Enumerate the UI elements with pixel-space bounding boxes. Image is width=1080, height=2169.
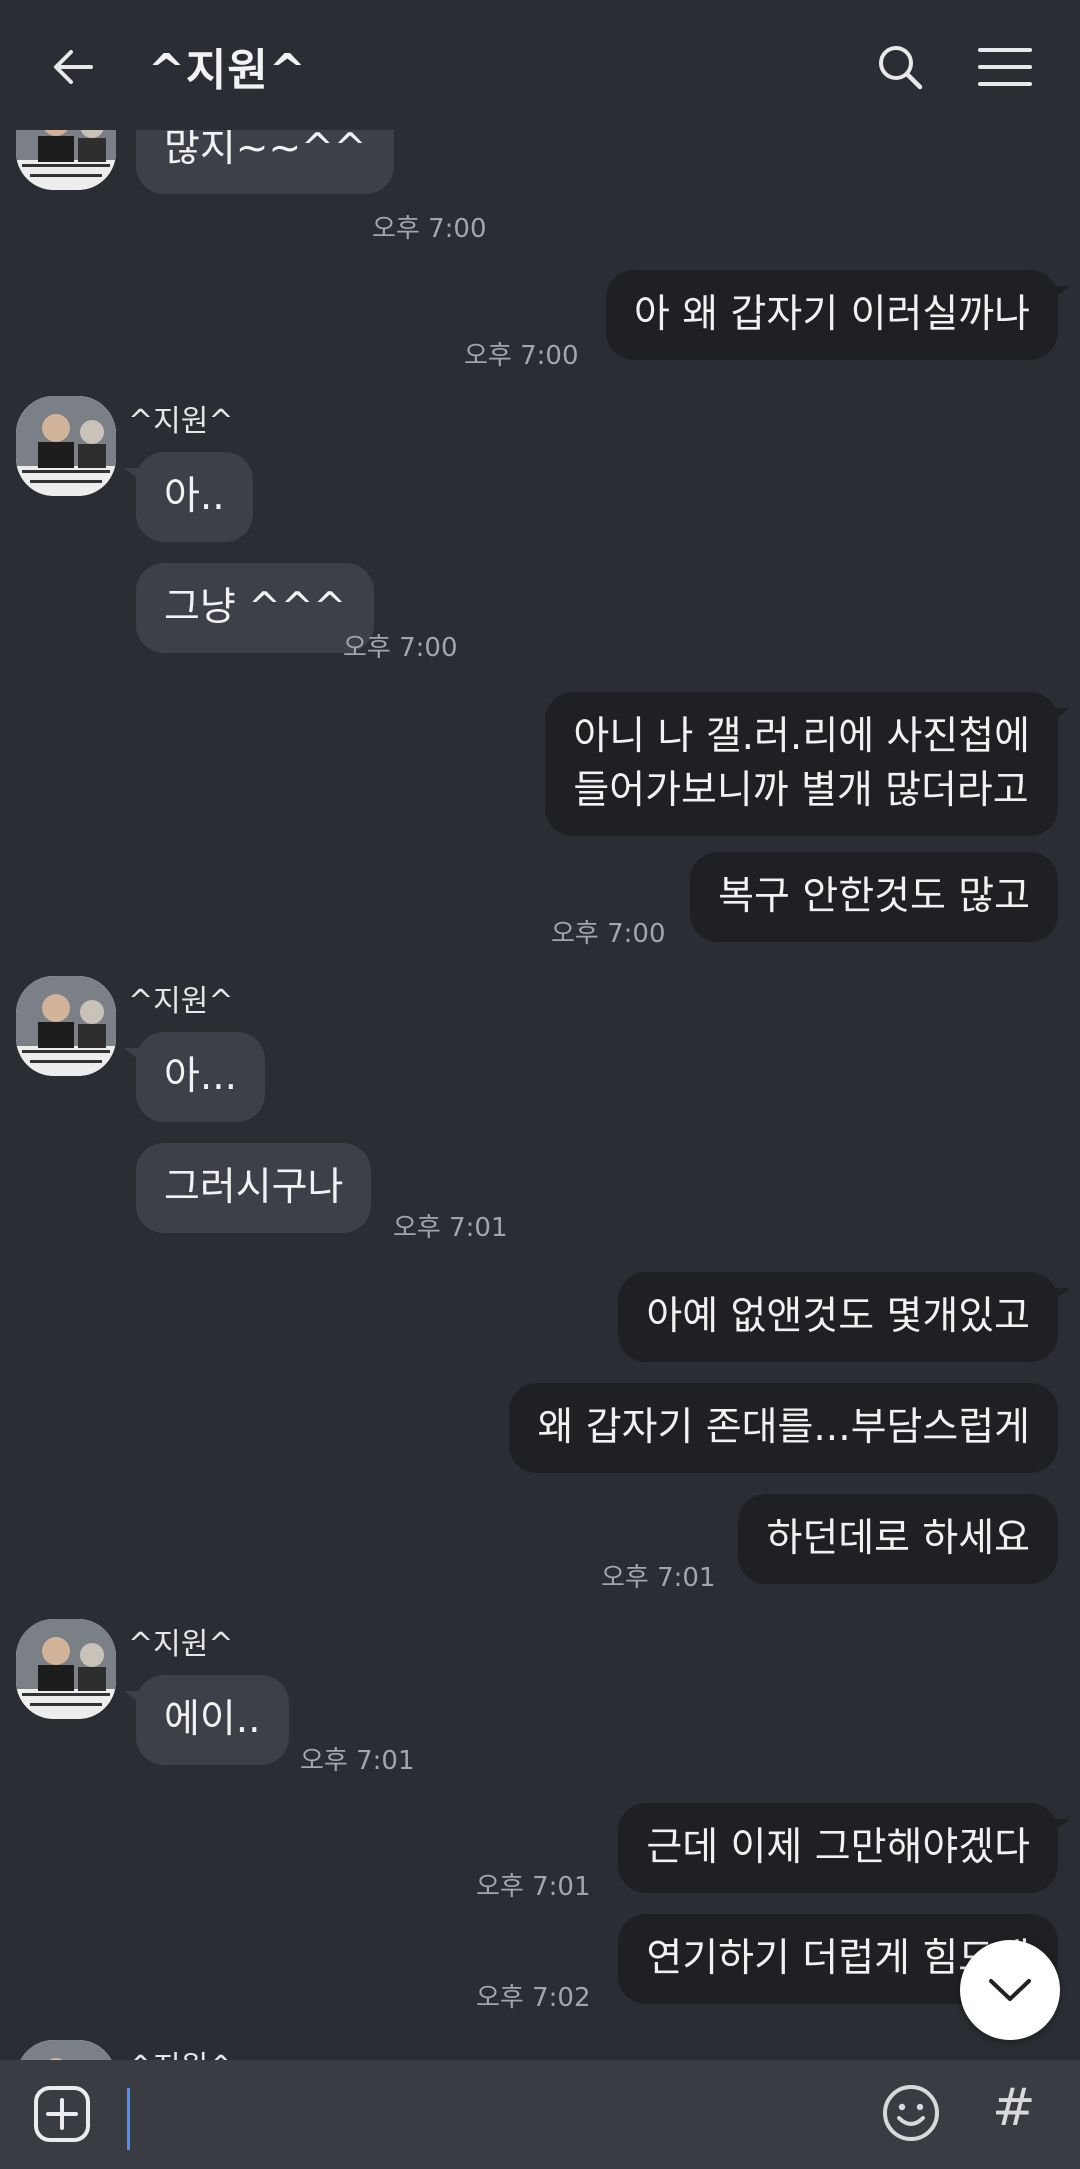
message-bubble-incoming[interactable]: 많지~~^^ — [123, 130, 395, 194]
message-text: 아 왜 갑자기 이러실까나 — [634, 292, 1030, 337]
contact-photo-icon — [16, 2040, 116, 2060]
message-bubble-incoming[interactable]: 그러시구나 — [136, 1143, 372, 1233]
avatar[interactable] — [16, 2040, 116, 2060]
message-text: 그러시구나 — [164, 1165, 344, 1210]
message-text: 아니 나 갤.러.리에 사진첩에 — [573, 714, 1030, 759]
message-text: 그냥 ^^^ — [164, 585, 347, 630]
message-text: 아예 없앤것도 몇개있고 — [646, 1294, 1030, 1339]
message-bubble-outgoing[interactable]: 아예 없앤것도 몇개있고 — [618, 1272, 1070, 1362]
search-icon — [879, 46, 923, 90]
arrow-left-icon — [54, 50, 93, 84]
message-bubble-outgoing[interactable]: 복구 안한것도 많고 — [690, 852, 1058, 942]
sender-name: ^지원^ — [128, 404, 234, 439]
message-bubble-outgoing[interactable]: 하던데로 하세요 — [738, 1494, 1058, 1584]
message-bubble-outgoing[interactable]: 아니 나 갤.러.리에 사진첩에 들어가보니까 별개 많더라고 — [545, 692, 1070, 836]
contact-photo-icon — [16, 130, 116, 190]
sender-name: ^지원^ — [128, 2042, 233, 2060]
message-time: 오후 7:01 — [393, 1213, 508, 1243]
avatar[interactable] — [16, 396, 116, 496]
message-text: 들어가보니까 별개 많더라고 — [573, 768, 1029, 813]
hamburger-menu-icon — [978, 48, 1032, 86]
message-bubble-incoming[interactable]: 아.. — [124, 452, 253, 542]
message-bubble-incoming[interactable]: 아... — [123, 1032, 266, 1122]
message-bubble-outgoing[interactable]: 아 왜 갑자기 이러실까나 — [606, 270, 1070, 360]
avatar[interactable] — [16, 130, 116, 190]
chevron-down-icon — [989, 1979, 1031, 2001]
message-text: 왜 갑자기 존대를...부담스럽게 — [537, 1405, 1030, 1450]
message-text: 복구 안한것도 많고 — [718, 874, 1030, 919]
message-text: 아.. — [164, 474, 225, 519]
sender-name: ^지원^ — [128, 1627, 234, 1662]
message-bubble-incoming[interactable]: 그냥 ^^^ — [136, 563, 375, 653]
menu-button[interactable] — [970, 32, 1040, 102]
message-text: 근데 이제 그만해야겠다 — [646, 1825, 1030, 1870]
contact-photo-icon — [16, 396, 116, 496]
message-text: 하던데로 하세요 — [766, 1516, 1030, 1561]
message-time: 오후 7:00 — [551, 919, 666, 949]
chat-screen: ^지원^ 많지~~^^ 오후 7:00 아 왜 갑자기 이러실까나 오후 7:0… — [0, 0, 1080, 2169]
chat-title: ^지원^ — [148, 45, 307, 96]
plus-square-icon — [34, 2086, 90, 2142]
message-time: 오후 7:02 — [476, 1983, 591, 2013]
avatar[interactable] — [16, 976, 116, 1076]
message-text: 아... — [164, 1054, 238, 1099]
message-input-bar: # — [0, 2060, 1080, 2169]
avatar[interactable] — [16, 1619, 116, 1719]
scroll-to-bottom-button[interactable] — [960, 1940, 1060, 2040]
message-time: 오후 7:00 — [343, 633, 458, 663]
contact-photo-icon — [16, 1619, 116, 1719]
message-list[interactable]: 많지~~^^ 오후 7:00 아 왜 갑자기 이러실까나 오후 7:00 ^지원… — [0, 130, 1080, 2060]
message-time: 오후 7:01 — [476, 1872, 591, 1902]
sender-name: ^지원^ — [128, 984, 234, 1019]
back-button[interactable] — [38, 32, 108, 102]
attach-button[interactable] — [32, 2084, 92, 2144]
message-time: 오후 7:01 — [300, 1746, 415, 1776]
message-input[interactable] — [127, 2088, 130, 2150]
message-bubble-incoming[interactable]: 에이.. — [124, 1675, 289, 1765]
chat-header: ^지원^ — [0, 0, 1080, 130]
message-time: 오후 7:01 — [601, 1563, 716, 1593]
smiley-icon — [883, 2085, 939, 2141]
message-bubble-outgoing[interactable]: 근데 이제 그만해야겠다 — [618, 1803, 1070, 1893]
contact-photo-icon — [16, 976, 116, 1076]
message-time: 오후 7:00 — [372, 214, 487, 244]
message-text: 많지~~^^ — [164, 130, 367, 171]
message-bubble-outgoing[interactable]: 왜 갑자기 존대를...부담스럽게 — [509, 1383, 1058, 1473]
message-time: 오후 7:00 — [464, 341, 579, 371]
hashtag-button[interactable]: # — [992, 2078, 1036, 2138]
message-text: 에이.. — [164, 1697, 261, 1742]
emoji-button[interactable] — [880, 2082, 942, 2144]
search-button[interactable] — [865, 32, 935, 102]
